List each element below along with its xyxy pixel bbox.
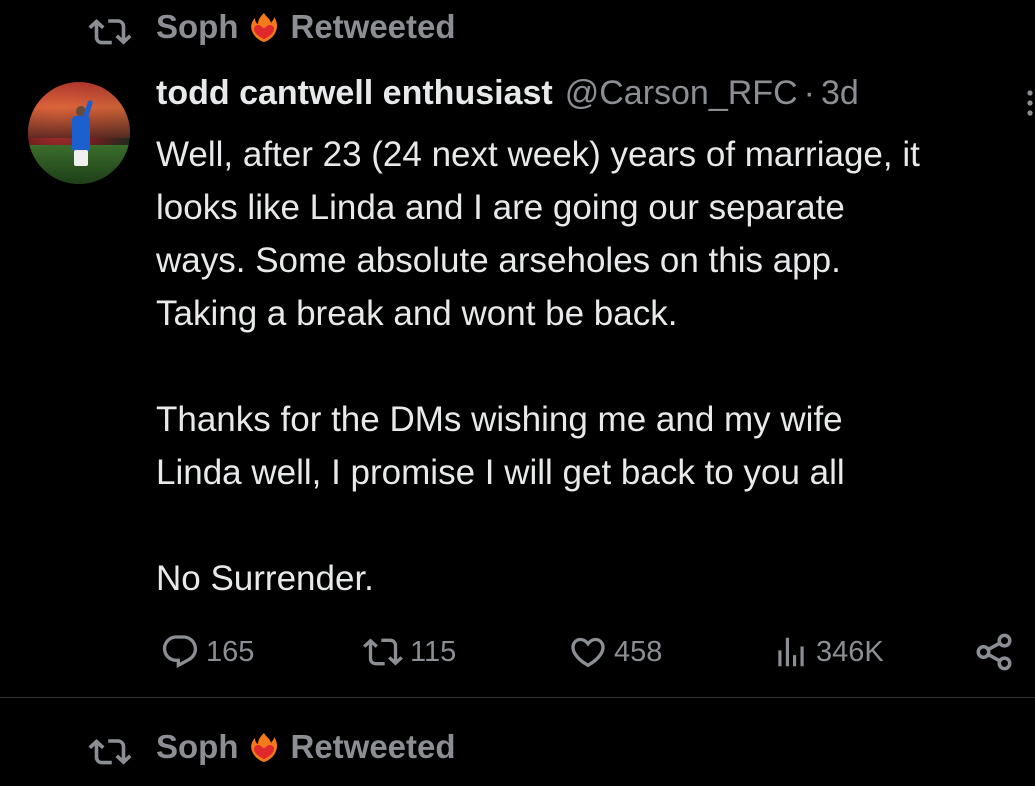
tweet-text: Well, after 23 (24 next week) years of m… bbox=[156, 128, 1035, 605]
tweet-text-line: looks like Linda and I are going our sep… bbox=[156, 188, 845, 227]
views-count: 346K bbox=[816, 635, 884, 668]
author-display-name[interactable]: todd cantwell enthusiast bbox=[156, 74, 553, 113]
author-handle[interactable]: @Carson_RFC bbox=[565, 74, 798, 113]
like-button[interactable]: 458 bbox=[568, 624, 662, 680]
retweeted-label: Retweeted bbox=[290, 8, 456, 45]
tweet-text-line bbox=[156, 340, 1035, 393]
tweet-action-bar: 165 115 458 346K bbox=[0, 624, 1035, 680]
retweet-icon bbox=[362, 632, 404, 672]
tweet-text-line: Well, after 23 (24 next week) years of m… bbox=[156, 135, 920, 174]
share-icon bbox=[972, 631, 1016, 673]
retweet-icon bbox=[88, 732, 132, 768]
reply-icon bbox=[160, 632, 200, 672]
tweet-timestamp[interactable]: 3d bbox=[821, 74, 859, 113]
tweet-text-line bbox=[156, 499, 1035, 552]
reply-button[interactable]: 165 bbox=[160, 624, 254, 680]
share-button[interactable] bbox=[972, 624, 1016, 680]
reply-count: 165 bbox=[206, 635, 255, 668]
retweeter-name[interactable]: Soph bbox=[156, 8, 238, 46]
tweet-text-line: Taking a break and wont be back. bbox=[156, 294, 678, 333]
heart-icon bbox=[568, 632, 608, 672]
retweet-banner-bottom: Soph Retweeted bbox=[0, 720, 1035, 780]
more-options-icon[interactable] bbox=[1020, 86, 1035, 120]
tweet-text-line: ways. Some absolute arseholes on this ap… bbox=[156, 241, 841, 280]
retweet-count: 115 bbox=[410, 635, 457, 668]
header-separator: · bbox=[803, 74, 815, 112]
retweet-button[interactable]: 115 bbox=[362, 624, 456, 680]
tweet-divider bbox=[0, 697, 1035, 698]
heart-on-fire-icon bbox=[248, 731, 280, 763]
views-chart-icon bbox=[772, 632, 810, 672]
tweet-text-line: Linda well, I promise I will get back to… bbox=[156, 453, 845, 492]
tweet-text-line: Thanks for the DMs wishing me and my wif… bbox=[156, 400, 843, 439]
retweet-banner-top: Soph Retweeted bbox=[0, 0, 1035, 60]
like-count: 458 bbox=[614, 635, 663, 668]
retweeter-name[interactable]: Soph bbox=[156, 728, 238, 766]
tweet-header: todd cantwell enthusiast @Carson_RFC · 3… bbox=[156, 74, 859, 113]
retweet-icon bbox=[88, 12, 132, 48]
author-avatar[interactable] bbox=[28, 82, 130, 184]
views-button[interactable]: 346K bbox=[772, 624, 884, 680]
retweeted-label: Retweeted bbox=[290, 728, 456, 765]
heart-on-fire-icon bbox=[248, 11, 280, 43]
tweet-text-line: No Surrender. bbox=[156, 559, 374, 598]
